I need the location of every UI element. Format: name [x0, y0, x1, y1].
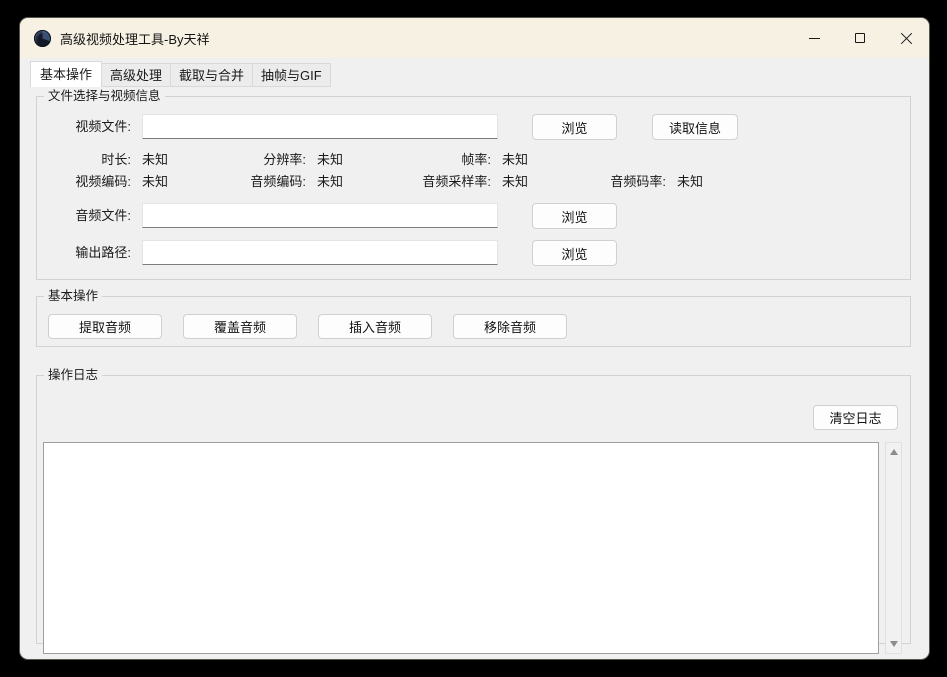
remove-audio-button[interactable]: 移除音频	[453, 314, 567, 339]
video-codec-label: 视频编码:	[37, 174, 131, 189]
close-button[interactable]	[883, 18, 929, 58]
read-info-button[interactable]: 读取信息	[652, 114, 738, 140]
tab-cut-and-merge[interactable]: 截取与合并	[170, 63, 253, 87]
audio-file-row: 音频文件: 浏览	[37, 203, 910, 229]
output-path-label: 输出路径:	[37, 240, 131, 266]
audio-bitrate-value: 未知	[666, 174, 910, 189]
video-file-label: 视频文件:	[37, 114, 131, 140]
minimize-button[interactable]	[791, 18, 837, 58]
audio-browse-button[interactable]: 浏览	[532, 203, 617, 229]
log-group-title: 操作日志	[44, 368, 102, 383]
file-selection-group: 文件选择与视频信息 视频文件: 浏览 读取信息 时长: 未知 分辨率: 未知 帧…	[36, 96, 911, 280]
video-file-input[interactable]	[142, 114, 498, 139]
resolution-value: 未知	[306, 152, 397, 167]
window-controls	[791, 18, 929, 58]
tab-bar: 基本操作 高级处理 截取与合并 抽帧与GIF	[30, 61, 331, 87]
video-info-grid: 时长: 未知 分辨率: 未知 帧率: 未知 视频编码: 未知 音频编码: 未知 …	[37, 152, 910, 189]
audio-codec-label: 音频编码:	[212, 174, 306, 189]
output-browse-button[interactable]: 浏览	[532, 240, 617, 266]
basic-operations-row: 提取音频 覆盖音频 插入音频 移除音频	[48, 314, 567, 339]
tab-basic-operations[interactable]: 基本操作	[30, 61, 102, 87]
video-file-row: 视频文件: 浏览 读取信息	[37, 114, 910, 140]
audio-codec-value: 未知	[306, 174, 397, 189]
output-path-row: 输出路径: 浏览	[37, 240, 910, 266]
maximize-icon	[855, 33, 865, 43]
title-bar[interactable]: 高级视频处理工具-By天祥	[20, 18, 929, 58]
log-group: 操作日志 清空日志	[36, 375, 911, 644]
clear-log-button[interactable]: 清空日志	[813, 405, 898, 430]
log-scrollbar[interactable]	[885, 442, 902, 654]
duration-value: 未知	[131, 152, 212, 167]
minimize-icon	[809, 38, 820, 39]
basic-operations-group: 基本操作 提取音频 覆盖音频 插入音频 移除音频	[36, 296, 911, 347]
scroll-up-arrow-icon[interactable]	[890, 449, 898, 455]
audio-file-label: 音频文件:	[37, 203, 131, 229]
audio-bitrate-label: 音频码率:	[572, 174, 666, 189]
window-title: 高级视频处理工具-By天祥	[60, 29, 210, 48]
audio-samplerate-label: 音频采样率:	[397, 174, 491, 189]
insert-audio-button[interactable]: 插入音频	[318, 314, 432, 339]
audio-samplerate-value: 未知	[491, 174, 572, 189]
output-path-input[interactable]	[142, 240, 498, 265]
overwrite-audio-button[interactable]: 覆盖音频	[183, 314, 297, 339]
framerate-label: 帧率:	[397, 152, 491, 167]
app-window: 高级视频处理工具-By天祥 基本操作 高级处理 截取与合并 抽帧与GIF 文件选…	[20, 18, 929, 659]
resolution-label: 分辨率:	[212, 152, 306, 167]
framerate-value: 未知	[491, 152, 572, 167]
basic-operations-group-title: 基本操作	[44, 289, 102, 304]
extract-audio-button[interactable]: 提取音频	[48, 314, 162, 339]
log-output[interactable]	[43, 442, 879, 654]
tab-frames-and-gif[interactable]: 抽帧与GIF	[252, 63, 331, 87]
app-icon	[34, 30, 51, 47]
duration-label: 时长:	[37, 152, 131, 167]
tab-advanced-processing[interactable]: 高级处理	[101, 63, 171, 87]
scroll-down-arrow-icon[interactable]	[890, 641, 898, 647]
video-codec-value: 未知	[131, 174, 212, 189]
close-icon	[900, 32, 913, 45]
audio-file-input[interactable]	[142, 203, 498, 228]
file-selection-group-title: 文件选择与视频信息	[44, 89, 165, 104]
video-browse-button[interactable]: 浏览	[532, 114, 617, 140]
maximize-button[interactable]	[837, 18, 883, 58]
